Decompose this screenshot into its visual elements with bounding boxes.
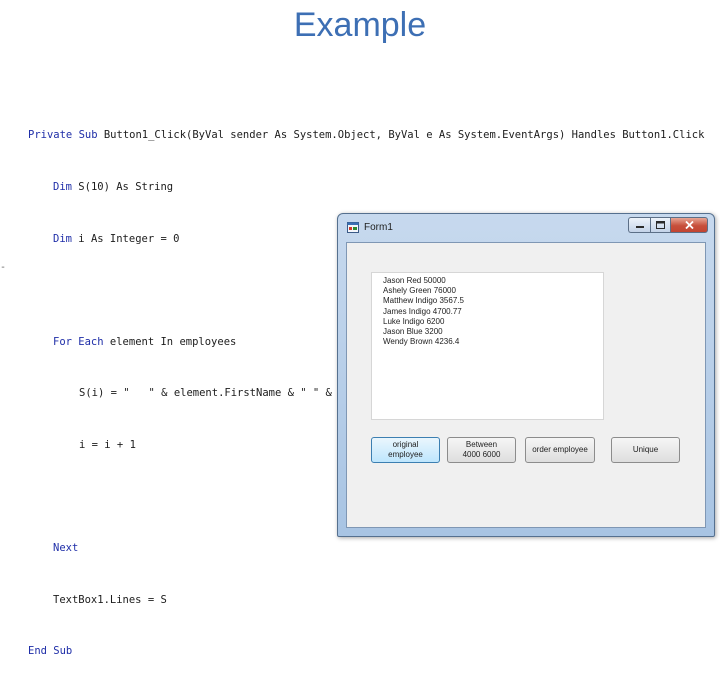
button-label-line: original — [392, 440, 419, 449]
textbox-line: Jason Red 50000 — [383, 276, 446, 285]
minimize-button[interactable] — [628, 217, 650, 233]
slide-title: Example — [293, 6, 427, 44]
textbox-line: Matthew Indigo 3567.5 — [383, 296, 464, 306]
textbox-line: Jason Blue 3200 — [383, 327, 443, 337]
window-title: Form1 — [364, 222, 393, 233]
textbox-line: James Indigo 4700.77 — [383, 306, 462, 316]
minimize-icon — [635, 226, 644, 228]
form1-window: Form1 Jason Red 50000 Ashely Green 76000… — [337, 213, 715, 537]
textbox-lines: Jason Red 50000 Ashely Green 76000 Matth… — [372, 276, 464, 347]
close-button[interactable] — [670, 217, 708, 233]
form-client-area: Jason Red 50000 Ashely Green 76000 Matth… — [346, 242, 706, 528]
maximize-icon — [656, 221, 665, 229]
code-line: Next — [53, 542, 79, 555]
maximize-button[interactable] — [650, 217, 670, 233]
close-icon — [684, 221, 694, 229]
between-button[interactable]: Between 4000 6000 — [447, 437, 516, 463]
window-controls — [628, 217, 708, 235]
button-label-line: employee — [388, 450, 423, 459]
original-employee-button[interactable]: original employee — [371, 437, 440, 463]
button-label-line: Between — [465, 440, 498, 449]
code-line: End Sub — [28, 645, 73, 658]
order-employee-button[interactable]: order employee — [525, 437, 595, 463]
form-icon — [347, 222, 359, 233]
code-line: TextBox1.Lines = S — [53, 593, 167, 606]
textbox1[interactable]: Jason Red 50000 Ashely Green 76000 Matth… — [371, 272, 604, 420]
window-titlebar[interactable]: Form1 — [338, 214, 714, 241]
textbox-line: Luke Indigo 6200 — [383, 316, 445, 326]
code-line: Private Sub Button1_Click(ByVal sender A… — [28, 129, 705, 142]
button-label: Unique — [632, 445, 659, 454]
button-label-line: 4000 6000 — [462, 450, 501, 459]
code-line: Dim S(10) As String — [53, 181, 174, 193]
button-label: order employee — [532, 445, 588, 454]
unique-button[interactable]: Unique — [611, 437, 680, 463]
gutter-mark: - — [0, 262, 7, 273]
textbox-line: Wendy Brown 4236.4 — [383, 337, 460, 347]
textbox-line: Ashely Green 76000 — [383, 286, 456, 296]
